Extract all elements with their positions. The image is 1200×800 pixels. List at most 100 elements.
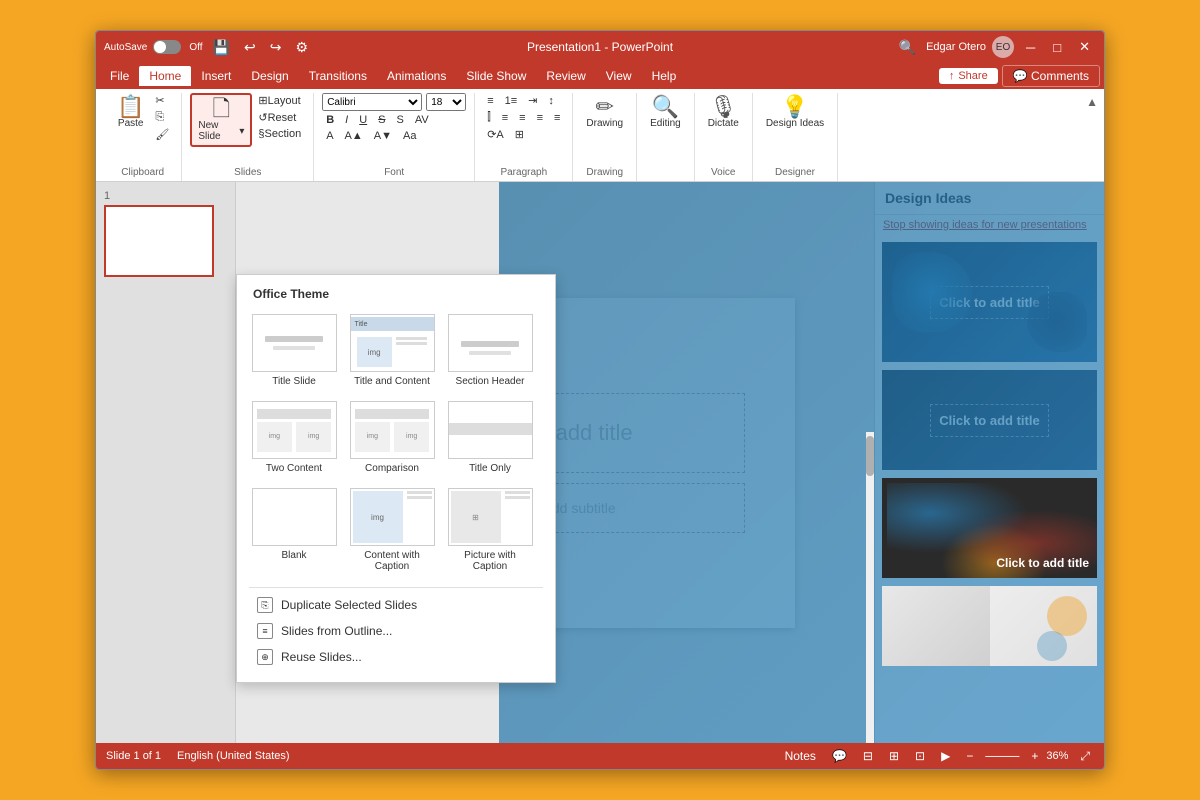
align-left-button[interactable]: ≡ [498,110,512,125]
duplicate-slides-item[interactable]: ⎘ Duplicate Selected Slides [249,592,543,618]
clear-format-button[interactable]: Aa [399,129,420,143]
designer-items: 💡 Design Ideas [761,93,829,167]
bullets-button[interactable]: ≡ [483,93,497,108]
menu-design[interactable]: Design [241,66,298,86]
layout-title-content[interactable]: Title img Title and Content [347,311,437,390]
close-button[interactable]: ✕ [1073,37,1096,57]
slides-outline-item[interactable]: ≡ Slides from Outline... [249,618,543,644]
font-family-select[interactable]: Calibri [322,93,422,111]
zoom-in-button[interactable]: + [1027,748,1042,764]
share-button[interactable]: ↑ Share [939,68,998,84]
ribbon-content: 📋 Paste ✂ ⎘ 🖌 Clipboard 🗋 [96,89,1104,181]
menu-file[interactable]: File [100,66,139,86]
zoom-slider[interactable]: ──── [981,748,1023,764]
reuse-slides-item[interactable]: ⊕ Reuse Slides... [249,644,543,670]
design-idea-2[interactable]: Click to add title [881,369,1098,471]
designer-label: Designer [775,167,815,181]
section-button[interactable]: § Section [254,127,305,141]
align-center-button[interactable]: ≡ [515,110,529,125]
layout-section-header[interactable]: Section Header [445,311,535,390]
indent-button[interactable]: ⇥ [524,93,541,108]
menu-slide-show[interactable]: Slide Show [456,66,536,86]
increase-font-button[interactable]: A▲ [341,129,367,143]
scrollbar-thumb[interactable] [866,436,874,476]
font-color-button[interactable]: A [322,129,337,143]
numbering-button[interactable]: 1≡ [501,93,522,108]
layout-button[interactable]: ⊞ Layout [254,93,305,108]
font-size-select[interactable]: 18 [426,93,466,111]
layout-label-title-slide: Title Slide [272,376,316,387]
menu-view[interactable]: View [596,66,642,86]
design-card-3-bg: Click to add title [882,478,1097,578]
menu-review[interactable]: Review [536,66,595,86]
slide-thumbnail[interactable] [104,205,214,277]
layout-picture-caption[interactable]: ⊞ Picture with Caption [445,485,535,575]
notes-button[interactable]: Notes [781,748,820,764]
menu-help[interactable]: Help [642,66,687,86]
menu-transitions[interactable]: Transitions [299,66,377,86]
design-ideas-button[interactable]: 💡 Design Ideas [761,93,829,132]
customize-icon[interactable]: ⚙ [291,37,312,58]
slide-show-button[interactable]: ▶ [937,748,954,764]
underline-button[interactable]: U [355,113,371,127]
menu-animations[interactable]: Animations [377,66,456,86]
columns-button[interactable]: ⫿ [483,110,495,125]
layout-title-slide[interactable]: Title Slide [249,311,339,390]
format-painter-button[interactable]: 🖌 [151,127,173,142]
design-idea-3[interactable]: Click to add title [881,477,1098,579]
undo-icon[interactable]: ↩ [240,37,260,58]
save-icon[interactable]: 💾 [209,37,234,58]
menu-home[interactable]: Home [139,66,191,86]
layout-blank[interactable]: Blank [249,485,339,575]
zoom-out-button[interactable]: − [962,748,977,764]
shadow-button[interactable]: S [393,113,408,127]
char-spacing-button[interactable]: AV [411,113,433,127]
reading-view-button[interactable]: ⊡ [911,748,929,764]
design-panel-scrollbar[interactable] [866,432,874,743]
editing-button[interactable]: 🔍 Editing [645,93,686,132]
layout-thumb-title-slide [252,314,337,372]
minimize-button[interactable]: ─ [1020,38,1041,57]
comments-status-button[interactable]: 💬 [828,748,851,764]
autosave-knob [154,41,166,53]
cut-button[interactable]: ✂ [151,93,173,108]
redo-icon[interactable]: ↪ [266,37,286,58]
slide-sorter-button[interactable]: ⊞ [885,748,903,764]
menu-insert[interactable]: Insert [191,66,241,86]
layout-icon: ⊞ [258,94,267,107]
language-info: English (United States) [177,750,290,762]
paste-button[interactable]: 📋 Paste [112,93,149,132]
window-title: Presentation1 - PowerPoint [352,40,848,54]
italic-button[interactable]: I [341,113,352,127]
layout-content-caption[interactable]: img Content with Caption [347,485,437,575]
search-icon[interactable]: 🔍 [895,37,920,58]
reset-button[interactable]: ↺ Reset [254,110,305,125]
align-right-button[interactable]: ≡ [533,110,547,125]
drawing-button[interactable]: ✏ Drawing [581,93,628,132]
layout-comparison[interactable]: img img Comparison [347,398,437,477]
maximize-button[interactable]: □ [1047,38,1067,57]
smart-art-convert-button[interactable]: ⊞ [511,127,528,142]
layout-two-content[interactable]: img img Two Content [249,398,339,477]
strikethrough-button[interactable]: S [374,113,389,127]
normal-view-button[interactable]: ⊟ [859,748,877,764]
user-avatar[interactable]: EO [992,36,1014,58]
copy-icon: ⎘ [155,111,164,124]
copy-button[interactable]: ⎘ [151,110,173,125]
collapse-ribbon-button[interactable]: ▲ [1086,95,1098,109]
new-slide-button[interactable]: 🗋 New Slide ▾ [190,93,252,147]
decrease-font-button[interactable]: A▼ [370,129,396,143]
text-direction-button[interactable]: ⟳A [483,127,508,142]
comments-button[interactable]: 💬 Comments [1002,65,1100,87]
editing-group: 🔍 Editing [637,93,695,181]
line-spacing-button[interactable]: ↕ [544,93,558,108]
justify-button[interactable]: ≡ [550,110,564,125]
bold-button[interactable]: B [322,113,338,127]
fit-to-window-button[interactable]: ⤢ [1076,748,1094,765]
layout-title-only[interactable]: Title Only [445,398,535,477]
paste-icon: 📋 [117,96,144,118]
design-idea-4[interactable] [881,585,1098,667]
autosave-toggle[interactable] [153,40,181,54]
dictate-button[interactable]: 🎙 Dictate [703,93,744,132]
layout-label-title-only: Title Only [469,463,511,474]
